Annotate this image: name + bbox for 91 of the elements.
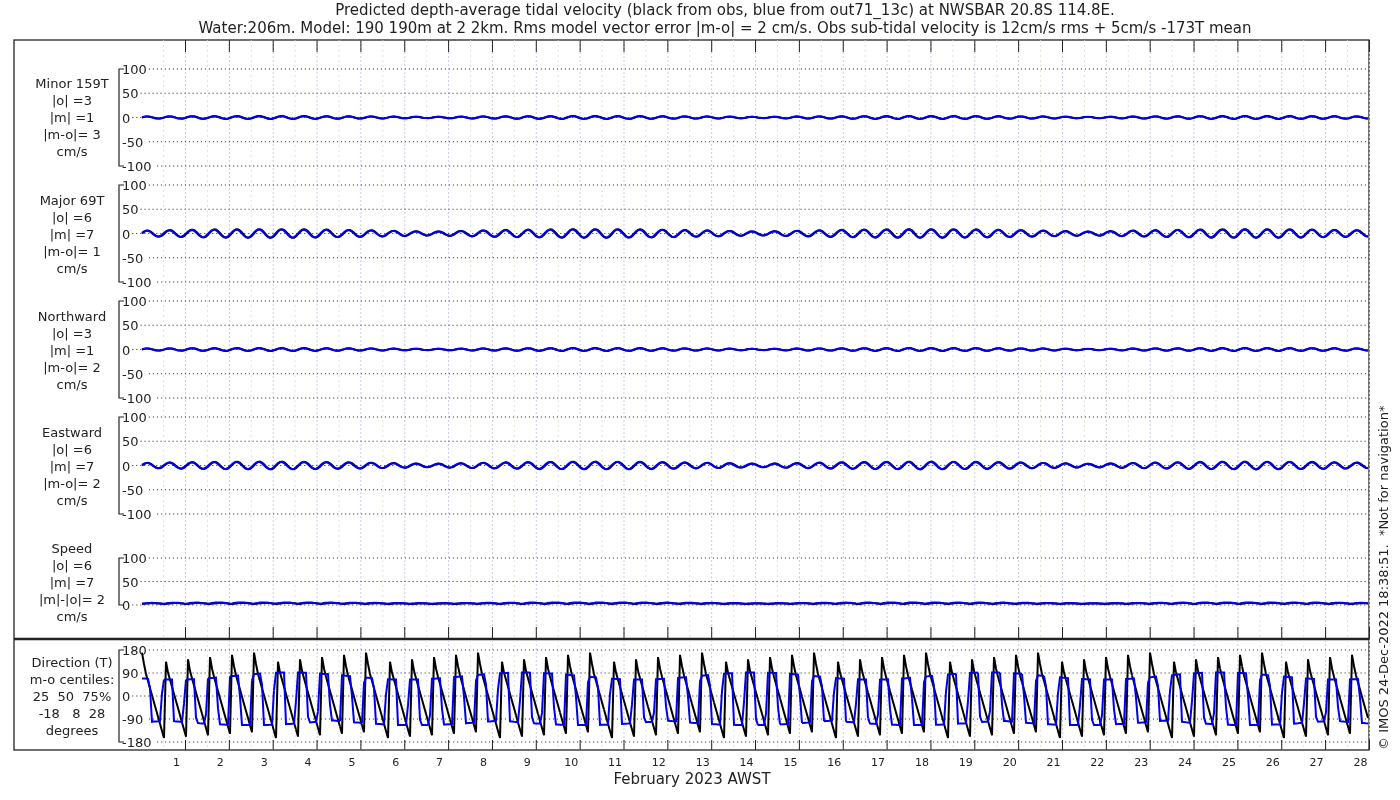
x-tick-label: 4	[304, 756, 312, 769]
chart-title: Water:206m. Model: 190 190m at 2 2km. Rms model vector error |m-o| = 2 cm/s. Obs sub-tidal velocity is 12cm/s rms + 5cm/s -173T mean	[198, 19, 1252, 37]
panel-label: cm/s	[56, 377, 88, 392]
y-tick-label: 0	[122, 598, 131, 613]
panel-label: |o| =6	[52, 558, 92, 573]
y-tick-label: 100	[122, 62, 147, 77]
panel-label: |o| =3	[52, 326, 92, 341]
y-tick-label: 0	[122, 689, 131, 704]
x-tick-label: 10	[564, 756, 579, 769]
panel-label: |m| =7	[49, 227, 95, 242]
x-tick-label: 12	[651, 756, 666, 769]
y-tick-label: -100	[122, 391, 152, 406]
x-tick-label: 6	[392, 756, 400, 769]
panel-label: |m|-|o|= 2	[38, 592, 106, 607]
x-tick-label: 9	[523, 756, 531, 769]
panel-label: |m| =7	[49, 459, 95, 474]
panel-label: |m-o|= 1	[43, 244, 101, 259]
x-tick-label: 20	[1002, 756, 1017, 769]
y-tick-label: 100	[122, 410, 147, 425]
y-tick-label: 0	[122, 342, 131, 358]
y-tick-label: 0	[122, 110, 131, 126]
panel-label: -18 8 28	[38, 706, 106, 721]
copyright-note: © IMOS 24-Dec-2022 18:38:51. *Not for navigation*	[1376, 405, 1391, 750]
panel-label: cm/s	[56, 144, 88, 159]
x-tick-label: 3	[260, 756, 268, 769]
y-tick-label: 100	[122, 551, 147, 566]
x-tick-label: 15	[783, 756, 798, 769]
panel-label: Eastward	[42, 425, 102, 440]
x-tick-label: 2	[216, 756, 224, 769]
panel-label: Major 69T	[39, 193, 105, 208]
panel-label: |m-o|= 2	[43, 360, 101, 375]
x-tick-label: 13	[695, 756, 710, 769]
y-tick-label: -100	[122, 507, 152, 522]
y-tick-label: 50	[122, 202, 139, 218]
x-tick-label: 5	[348, 756, 356, 769]
y-tick-label: -50	[122, 134, 144, 150]
x-tick-label: 27	[1309, 756, 1324, 769]
x-tick-label: 24	[1178, 756, 1193, 769]
y-tick-label: -50	[122, 366, 144, 382]
y-tick-label: -100	[122, 275, 152, 290]
x-tick-label: 25	[1221, 756, 1236, 769]
panel-label: |m| =7	[49, 575, 95, 590]
x-tick-label: 28	[1353, 756, 1368, 769]
panel-label: |o| =3	[52, 93, 92, 108]
y-tick-label: 100	[122, 178, 147, 193]
panel-label: cm/s	[56, 609, 88, 624]
x-tick-label: 7	[436, 756, 444, 769]
y-tick-label: 100	[122, 294, 147, 309]
y-tick-label: 50	[122, 574, 139, 590]
panel-label: m-o centiles:	[29, 672, 115, 687]
panel-label: degrees	[45, 723, 99, 738]
y-tick-label: 50	[122, 86, 139, 102]
y-tick-label: 180	[122, 643, 147, 658]
x-tick-label: 1	[173, 756, 180, 769]
panel-label: 25 50 75%	[32, 689, 112, 704]
x-tick-label: 18	[914, 756, 929, 769]
x-tick-label: 11	[608, 756, 622, 769]
x-tick-label: 22	[1090, 756, 1105, 769]
x-tick-label: 19	[958, 756, 973, 769]
x-tick-label: 17	[871, 756, 886, 769]
y-tick-label: -50	[122, 482, 144, 498]
x-tick-label: 23	[1134, 756, 1149, 769]
y-tick-label: -180	[122, 735, 152, 750]
y-tick-label: -100	[122, 159, 152, 174]
panel-label: Northward	[37, 309, 107, 324]
x-axis-label: February 2023 AWST	[613, 770, 771, 788]
panel-label: Speed	[51, 541, 93, 556]
y-tick-label: -50	[122, 250, 144, 266]
panel-label: |m-o|= 2	[43, 476, 101, 491]
chart-title: Predicted depth-average tidal velocity (black from obs, blue from out71_13c) at NWSBAR 20.8S 114.8E.	[335, 1, 1115, 19]
panel-label: cm/s	[56, 493, 88, 508]
panel-label: |m| =1	[49, 343, 95, 358]
panel-label: cm/s	[56, 261, 88, 276]
y-axis	[118, 557, 125, 606]
panel-label: Minor 159T	[35, 76, 109, 91]
y-tick-label: 0	[122, 458, 131, 474]
panel-label: |o| =6	[52, 442, 92, 457]
x-tick-label: 14	[739, 756, 754, 769]
y-tick-label: 0	[122, 226, 131, 242]
panel-label: |o| =6	[52, 210, 92, 225]
x-tick-label: 21	[1046, 756, 1061, 769]
x-tick-label: 26	[1265, 756, 1280, 769]
y-tick-label: 90	[122, 666, 139, 681]
panel-label: |m-o|= 3	[43, 127, 101, 142]
y-tick-label: 50	[122, 434, 139, 450]
y-tick-label: 50	[122, 318, 139, 334]
x-tick-label: 16	[827, 756, 842, 769]
y-tick-label: -90	[122, 712, 144, 727]
panel-label: Direction (T)	[31, 655, 113, 670]
x-tick-label: 8	[479, 756, 487, 769]
panel-label: |m| =1	[49, 110, 95, 125]
